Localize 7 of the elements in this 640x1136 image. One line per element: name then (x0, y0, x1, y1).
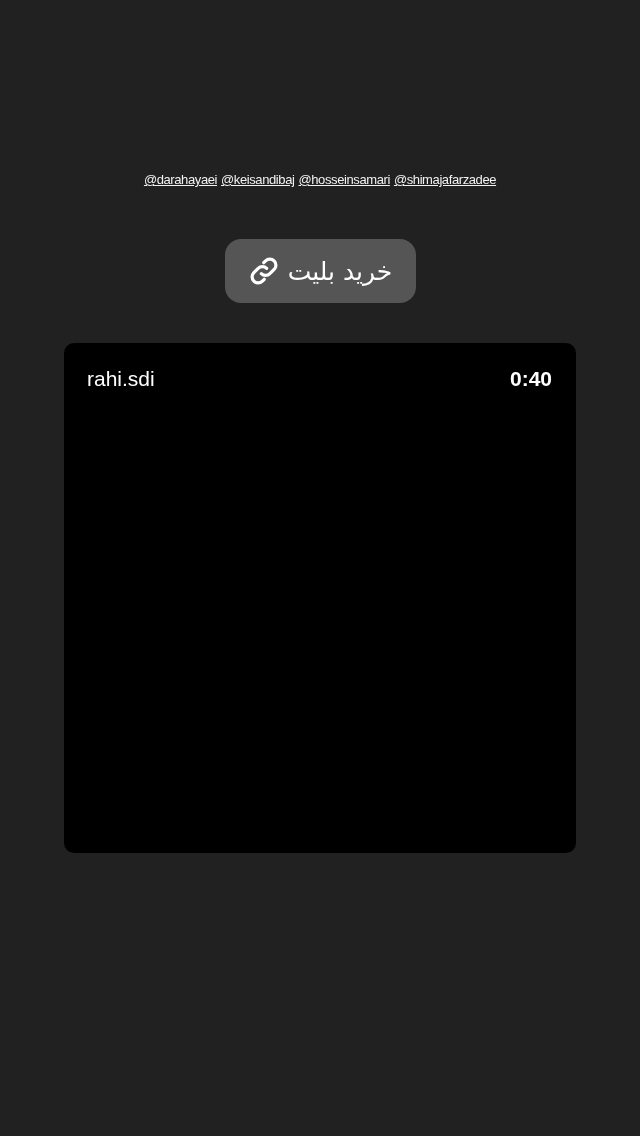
link-sticker[interactable]: خرید بلیت (224, 239, 416, 303)
mention-link[interactable]: @shimajafarzadee (393, 172, 497, 187)
mention-link[interactable]: @hosseinsamari (298, 172, 390, 187)
mention-link[interactable]: @darahayaei (143, 172, 218, 187)
username: rahi.sdi (87, 367, 155, 391)
video-time: 0:40 (509, 367, 552, 391)
mention-link[interactable]: @keisandibaj (221, 172, 295, 187)
